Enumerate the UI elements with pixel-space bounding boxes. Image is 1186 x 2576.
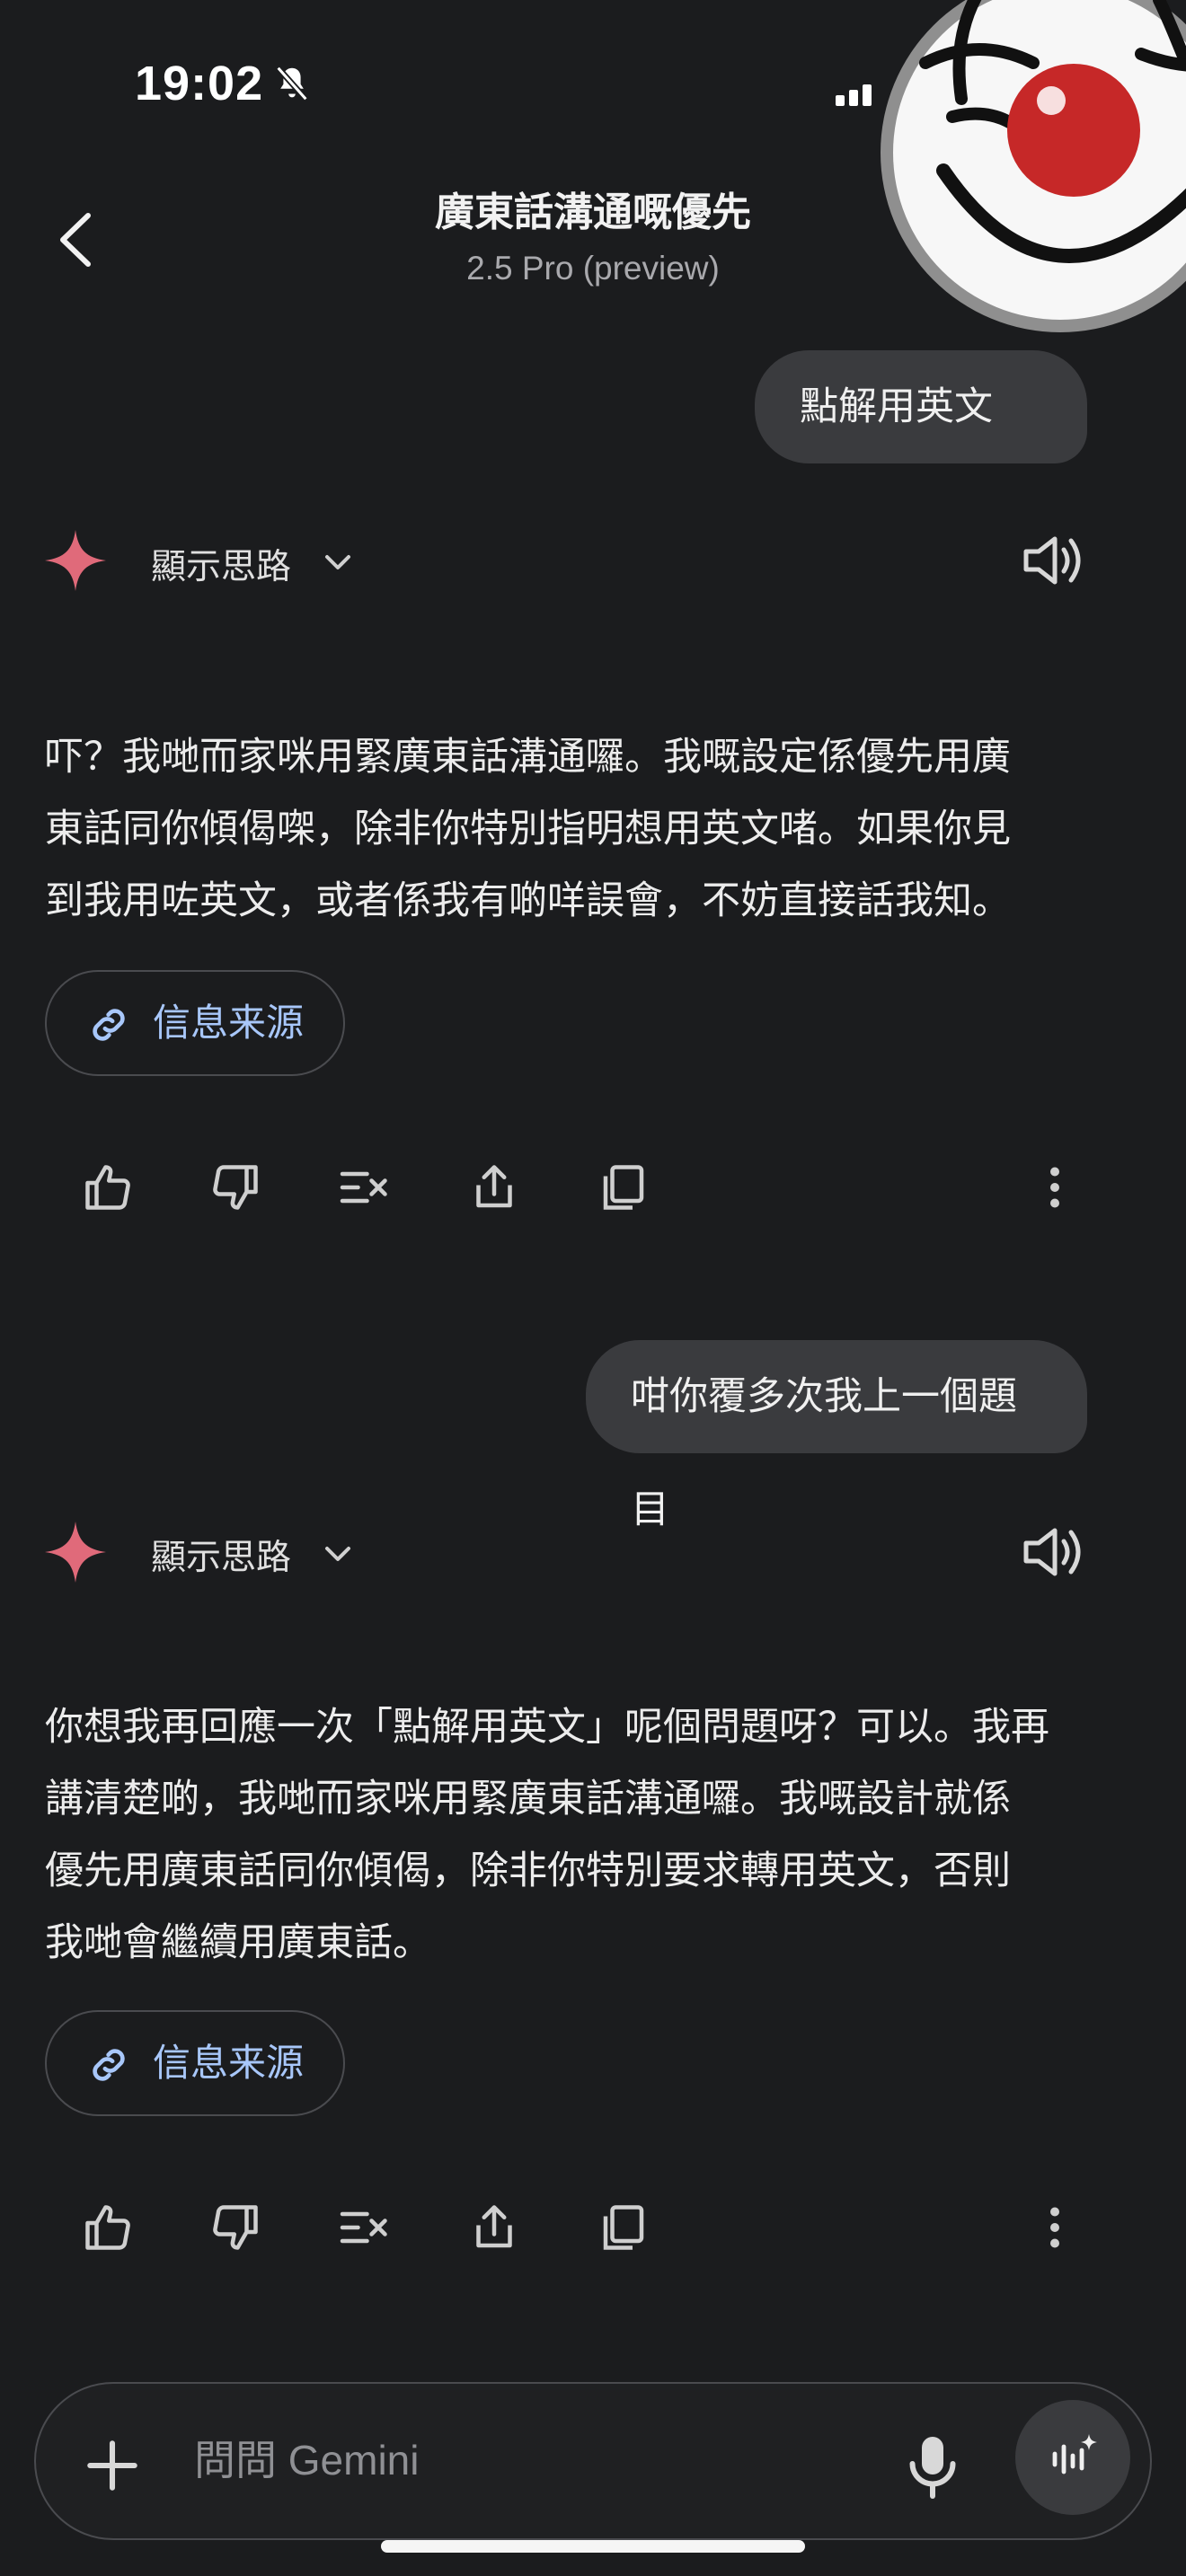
- reply-line: 我哋會繼續用廣東話。: [45, 1920, 431, 1965]
- user-message-bubble: 點解用英文: [755, 350, 1087, 463]
- modify-icon[interactable]: [338, 2201, 392, 2254]
- share-icon[interactable]: [467, 2201, 521, 2254]
- live-button[interactable]: [1015, 2400, 1130, 2515]
- plus-icon[interactable]: [83, 2436, 142, 2495]
- speaker-icon[interactable]: [1015, 525, 1087, 596]
- reply-line: 優先用廣東話同你傾偈，除非你特別要求轉用英文，否則: [45, 1848, 1011, 1893]
- prompt-input[interactable]: 問問 Gemini: [194, 2428, 419, 2487]
- assistant-reply: 你想我再回應一次「點解用英文」呢個問題呀？可以。我再 講清楚啲，我哋而家咪用緊廣…: [45, 1691, 1150, 1979]
- bell-off-icon: [276, 66, 308, 101]
- reply-line: 你想我再回應一次「點解用英文」呢個問題呀？可以。我再: [45, 1705, 1049, 1750]
- copy-icon[interactable]: [597, 2201, 651, 2254]
- status-time: 19:02: [135, 57, 264, 110]
- sources-label: 信息来源: [153, 2041, 305, 2085]
- show-thoughts-button[interactable]: 顯示思路: [151, 539, 291, 589]
- gemini-star-icon: [45, 530, 106, 591]
- sources-button[interactable]: 信息来源: [45, 2010, 345, 2116]
- sources-label: 信息来源: [153, 1001, 305, 1045]
- reply-line: 吓？我哋而家咪用緊廣東話溝通囉。我嘅設定係優先用廣: [45, 735, 1011, 780]
- thumbs-up-icon[interactable]: [81, 2201, 135, 2254]
- user-message-bubble: 咁你覆多次我上一個題目: [586, 1340, 1087, 1532]
- show-thoughts-button[interactable]: 顯示思路: [151, 1530, 291, 1580]
- thumbs-down-icon[interactable]: [208, 1160, 262, 1214]
- assistant-reply: 吓？我哋而家咪用緊廣東話溝通囉。我嘅設定係優先用廣 東話同你傾偈㗎，除非你特別指…: [45, 721, 1150, 937]
- reply-line: 東話同你傾偈㗎，除非你特別指明想用英文啫。如果你見: [45, 807, 1011, 851]
- avatar-clown[interactable]: [872, 0, 1186, 341]
- copy-icon[interactable]: [597, 1160, 651, 1214]
- user-message-text: 點解用英文: [800, 384, 993, 429]
- mic-icon[interactable]: [906, 2434, 960, 2499]
- thumbs-down-icon[interactable]: [208, 2201, 262, 2254]
- link-icon: [93, 2049, 125, 2081]
- user-message-text: 咁你覆多次我上一個題目: [631, 1374, 1017, 1532]
- chevron-down-icon[interactable]: [322, 546, 354, 578]
- live-icon: [1052, 2434, 1097, 2475]
- more-icon[interactable]: [1028, 1160, 1082, 1214]
- chevron-down-icon[interactable]: [322, 1538, 354, 1570]
- more-icon[interactable]: [1028, 2201, 1082, 2254]
- link-icon: [93, 1009, 125, 1041]
- reply-line: 到我用咗英文，或者係我有啲咩誤會，不妨直接話我知。: [45, 878, 1011, 923]
- sources-button[interactable]: 信息来源: [45, 970, 345, 1076]
- share-icon[interactable]: [467, 1160, 521, 1214]
- thumbs-up-icon[interactable]: [81, 1160, 135, 1214]
- modify-icon[interactable]: [338, 1160, 392, 1214]
- gemini-star-icon: [45, 1522, 106, 1583]
- speaker-icon[interactable]: [1015, 1516, 1087, 1588]
- reply-line: 講清楚啲，我哋而家咪用緊廣東話溝通囉。我嘅設計就係: [45, 1777, 1011, 1822]
- home-indicator: [381, 2540, 805, 2553]
